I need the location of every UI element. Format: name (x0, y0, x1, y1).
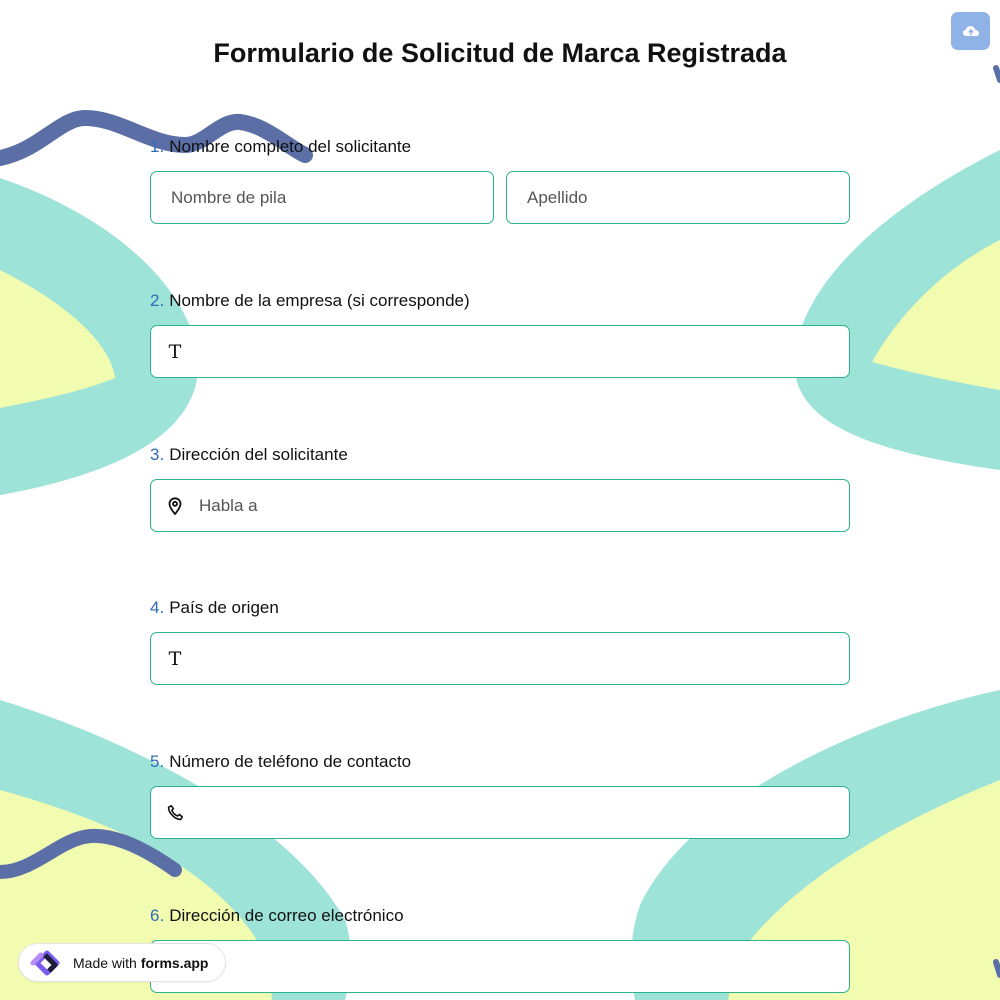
question-company-name: 2. Nombre de la empresa (si corresponde) … (150, 291, 850, 378)
question-text: Nombre de la empresa (si corresponde) (169, 291, 470, 310)
question-phone: 5. Número de teléfono de contacto (150, 752, 850, 839)
first-name-input[interactable]: Nombre de pila (150, 171, 494, 224)
company-name-input[interactable]: T (150, 325, 850, 378)
upload-button[interactable] (951, 12, 990, 50)
question-label: 2. Nombre de la empresa (si corresponde) (150, 291, 850, 311)
question-country: 4. País de origen T (150, 598, 850, 685)
last-name-input[interactable]: Apellido (506, 171, 850, 224)
page-title: Formulario de Solicitud de Marca Registr… (213, 38, 787, 68)
question-label: 6. Dirección de correo electrónico (150, 906, 850, 926)
question-number: 3. (150, 445, 165, 464)
question-number: 1. (150, 137, 165, 156)
question-text: Número de teléfono de contacto (169, 752, 412, 771)
question-number: 5. (150, 752, 165, 771)
question-address: 3. Dirección del solicitante Habla a (150, 445, 850, 532)
text-icon: T (168, 340, 182, 363)
question-label: 3. Dirección del solicitante (150, 445, 850, 465)
question-label: 1. Nombre completo del solicitante (150, 137, 850, 157)
question-number: 4. (150, 598, 165, 617)
question-email: 6. Dirección de correo electrónico (150, 906, 850, 993)
forms-app-logo-icon (30, 950, 60, 975)
question-text: País de origen (169, 598, 279, 617)
question-label: 5. Número de teléfono de contacto (150, 752, 850, 772)
made-with-badge[interactable]: Made with forms.app (18, 943, 226, 982)
last-name-placeholder: Apellido (527, 187, 588, 207)
phone-icon (165, 803, 185, 823)
address-placeholder: Habla a (199, 495, 258, 515)
phone-input[interactable] (150, 786, 850, 839)
email-input[interactable] (150, 940, 850, 993)
question-text: Dirección de correo electrónico (169, 906, 404, 925)
question-number: 6. (150, 906, 165, 925)
text-icon: T (168, 647, 182, 670)
location-pin-icon (165, 496, 185, 516)
badge-brand: forms.app (140, 954, 209, 971)
address-input[interactable]: Habla a (150, 479, 850, 532)
question-text: Dirección del solicitante (169, 445, 348, 464)
question-text: Nombre completo del solicitante (169, 137, 412, 156)
question-number: 2. (150, 291, 165, 310)
country-input[interactable]: T (150, 632, 850, 685)
question-label: 4. País de origen (150, 598, 850, 618)
first-name-placeholder: Nombre de pila (171, 187, 287, 207)
badge-prefix: Made with (73, 954, 137, 971)
question-full-name: 1. Nombre completo del solicitante Nombre… (150, 137, 850, 224)
form-page: Formulario de Solicitud de Marca Registr… (0, 0, 1000, 1000)
name-row: Nombre de pila Apellido (150, 171, 850, 224)
cloud-upload-icon (962, 26, 979, 36)
